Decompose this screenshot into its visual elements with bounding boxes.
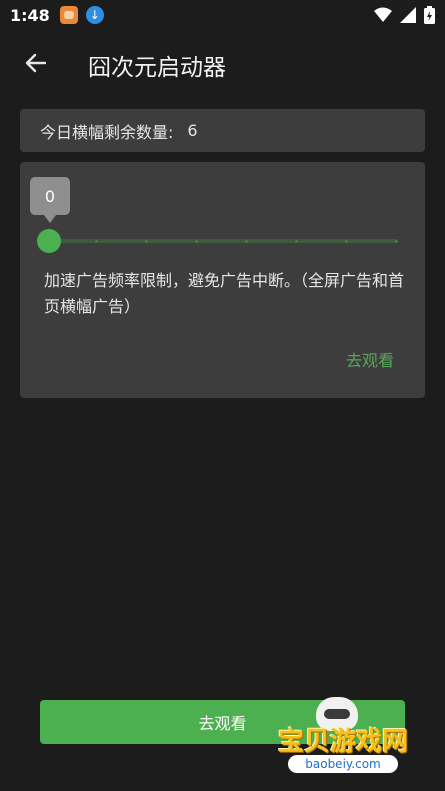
app-notification-icon	[59, 6, 78, 24]
battery-charging-icon	[424, 6, 435, 24]
watermark-text: 宝贝游戏网	[277, 727, 408, 757]
slider-tick	[395, 239, 398, 243]
arrow-left-icon	[24, 52, 47, 78]
status-time: 1:48	[10, 5, 50, 25]
banner-count-label: 今日横幅剩余数量:	[40, 122, 174, 142]
slider-tick	[95, 239, 98, 243]
status-bar: 1:48 ↓	[0, 0, 445, 30]
back-button[interactable]	[15, 45, 55, 85]
slider-tick	[195, 239, 198, 243]
download-icon: ↓	[85, 6, 104, 24]
watermark-url: baobeiy.com	[288, 755, 398, 773]
slider-value-text: 0	[44, 186, 56, 206]
signal-icon	[400, 7, 416, 23]
card-watch-link[interactable]: 去观看	[346, 347, 394, 371]
slider-tick	[295, 239, 298, 243]
slider-tick	[245, 239, 248, 243]
wifi-icon	[374, 7, 392, 23]
status-right-group	[374, 6, 435, 24]
slider-track[interactable]	[48, 239, 398, 243]
ad-speed-card: 0 加速广告频率限制，避免广告中断。（全屏广告和首页横幅广告） 去观看	[20, 162, 425, 398]
slider-tick	[345, 239, 348, 243]
slider-tick	[145, 239, 148, 243]
slider-thumb[interactable]	[37, 229, 61, 253]
app-bar: 囧次元启动器	[0, 30, 445, 100]
card-description: 加速广告频率限制，避免广告中断。（全屏广告和首页横幅广告）	[44, 271, 405, 316]
banner-count-card: 今日横幅剩余数量: 6	[20, 109, 425, 152]
slider-value-bubble: 0	[30, 177, 70, 223]
watermark: 宝贝游戏网 baobeiy.com	[268, 695, 418, 787]
page-title: 囧次元启动器	[88, 55, 226, 81]
bottom-watch-button-label: 去观看	[198, 714, 247, 733]
banner-count-value: 6	[187, 121, 198, 140]
